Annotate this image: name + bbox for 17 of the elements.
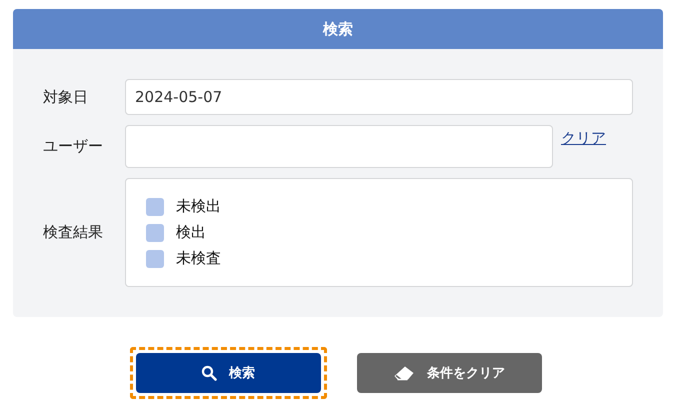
field-label: 対象日: [43, 88, 89, 106]
checkbox[interactable]: [146, 224, 164, 242]
checkbox[interactable]: [146, 250, 164, 268]
clear-link[interactable]: クリア: [561, 129, 606, 148]
checkbox-label: 未検出: [176, 197, 221, 216]
panel-title: 検索: [323, 20, 353, 38]
clear-button[interactable]: 条件をクリア: [356, 353, 542, 393]
checkbox-label: 検出: [176, 223, 206, 242]
field-label: ユーザー: [43, 137, 104, 156]
eraser-icon: [393, 365, 415, 381]
field-label: 検査結果: [43, 223, 104, 242]
input-field[interactable]: 2024-05-07: [125, 79, 633, 115]
search-button[interactable]: 検索: [136, 353, 320, 393]
search-icon: [201, 365, 217, 381]
checkbox[interactable]: [146, 198, 164, 216]
input-field[interactable]: [125, 125, 553, 168]
checkbox-label: 未検査: [176, 249, 221, 268]
